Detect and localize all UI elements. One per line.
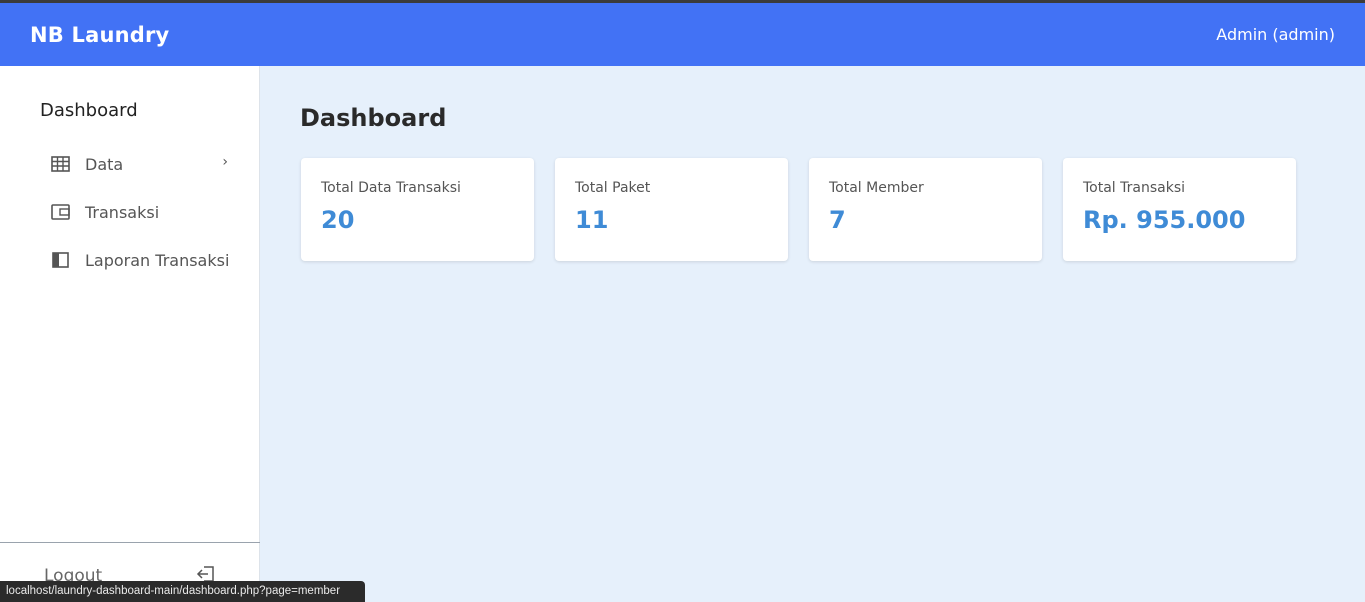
stat-card-label: Total Member bbox=[829, 180, 924, 196]
sidebar-divider bbox=[0, 542, 260, 543]
user-account-label[interactable]: Admin (admin) bbox=[1216, 25, 1335, 44]
sidebar-item-label: Laporan Transaksi bbox=[85, 250, 230, 270]
stat-card-label: Total Data Transaksi bbox=[321, 180, 461, 196]
wallet-icon bbox=[50, 202, 70, 222]
sidebar: Dashboard Data › Transaksi Laporan Trans… bbox=[0, 66, 260, 602]
stat-card-total-transaksi: Total Transaksi Rp. 955.000 bbox=[1063, 158, 1296, 261]
stat-card-value: 7 bbox=[829, 206, 846, 234]
sidebar-item-laporan-transaksi[interactable]: Laporan Transaksi bbox=[50, 246, 240, 274]
page-title: Dashboard bbox=[300, 104, 447, 132]
browser-status-url: localhost/laundry-dashboard-main/dashboa… bbox=[0, 581, 365, 602]
table-icon bbox=[50, 154, 70, 174]
brand-logo-text[interactable]: NB Laundry bbox=[30, 23, 169, 47]
stat-card-value: Rp. 955.000 bbox=[1083, 206, 1246, 234]
stat-card-total-paket: Total Paket 11 bbox=[555, 158, 788, 261]
stat-card-value: 11 bbox=[575, 206, 609, 234]
sidebar-title-dashboard[interactable]: Dashboard bbox=[40, 100, 138, 121]
top-navbar: NB Laundry Admin (admin) bbox=[0, 3, 1365, 66]
report-icon bbox=[50, 250, 70, 270]
stat-card-value: 20 bbox=[321, 206, 355, 234]
sidebar-item-label: Transaksi bbox=[85, 202, 160, 222]
sidebar-item-transaksi[interactable]: Transaksi bbox=[50, 198, 240, 226]
stat-card-label: Total Paket bbox=[575, 180, 651, 196]
stat-card-total-data-transaksi: Total Data Transaksi 20 bbox=[301, 158, 534, 261]
sidebar-item-label: Data bbox=[85, 154, 124, 174]
stat-card-label: Total Transaksi bbox=[1083, 180, 1186, 196]
sidebar-item-data[interactable]: Data › bbox=[50, 150, 240, 178]
stat-card-total-member: Total Member 7 bbox=[809, 158, 1042, 261]
chevron-right-icon: › bbox=[222, 154, 228, 170]
